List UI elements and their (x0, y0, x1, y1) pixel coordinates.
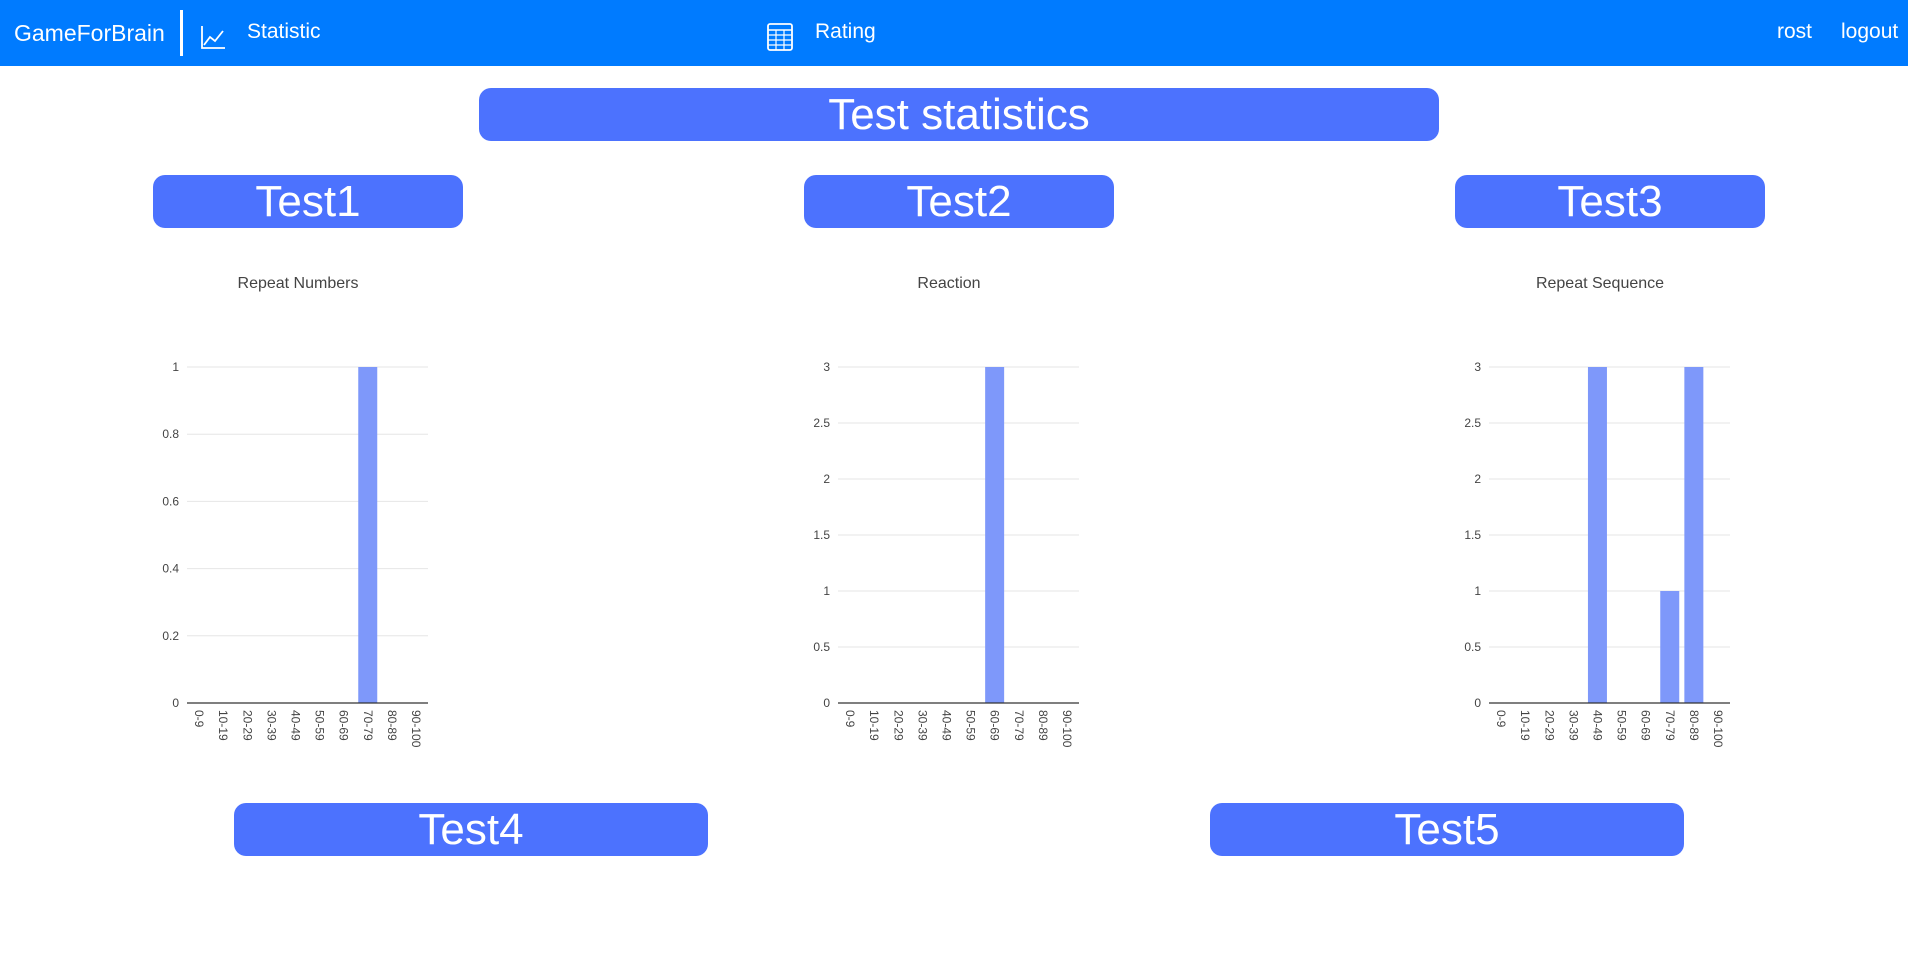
x-tick-label: 0-9 (1494, 710, 1508, 728)
reaction-chart: Reaction 0 0.5 1 1.5 2 2.5 3 0-9 10-19 20-29 30-39 4… (801, 270, 1121, 770)
x-tick-label: 30-39 (915, 710, 929, 741)
x-tick-label: 0-9 (192, 710, 206, 728)
test5-button[interactable]: Test5 (1210, 803, 1684, 856)
y-tick-label: 1.5 (1464, 528, 1481, 542)
x-tick-label: 70-79 (1663, 710, 1677, 741)
y-tick-label: 0.2 (162, 629, 179, 643)
repeat-sequence-chart: Repeat Sequence 0 0.5 1 1.5 2 2.5 3 0-9 10-19 20-2… (1452, 270, 1772, 770)
brand-divider (180, 10, 183, 56)
x-tick-label: 20-29 (240, 710, 254, 741)
repeat-numbers-chart: Repeat Numbers 0 0.2 0.4 0.6 0.8 1 0-9 10-19 20-2… (150, 270, 470, 770)
table-icon[interactable] (767, 23, 793, 51)
x-tick-label: 70-79 (361, 710, 375, 741)
x-tick-label: 10-19 (1518, 710, 1532, 741)
chart-title: Reaction (917, 275, 980, 292)
brand-logo[interactable]: GameForBrain (14, 20, 165, 47)
chart-title: Repeat Numbers (238, 275, 359, 292)
chart-bar (985, 367, 1005, 703)
test4-button[interactable]: Test4 (234, 803, 708, 856)
x-tick-label: 10-19 (867, 710, 881, 741)
x-tick-label: 60-69 (337, 710, 351, 741)
x-tick-label: 30-39 (1566, 710, 1580, 741)
y-tick-label: 0.6 (162, 494, 179, 508)
x-tick-label: 30-39 (264, 710, 278, 741)
x-tick-label: 80-89 (1687, 710, 1701, 741)
x-tick-label: 60-69 (1639, 710, 1653, 741)
test1-button[interactable]: Test1 (153, 175, 463, 228)
chart-bar (1684, 367, 1704, 703)
y-tick-label: 0.4 (162, 562, 179, 576)
x-tick-label: 50-59 (964, 710, 978, 741)
x-tick-label: 20-29 (1542, 710, 1556, 741)
chart-bar (1660, 591, 1680, 703)
x-tick-label: 50-59 (313, 710, 327, 741)
x-tick-label: 0-9 (843, 710, 857, 728)
test2-button[interactable]: Test2 (804, 175, 1114, 228)
logout-link[interactable]: logout (1841, 20, 1898, 44)
y-tick-label: 1 (823, 584, 830, 598)
x-tick-label: 60-69 (988, 710, 1002, 741)
test3-button[interactable]: Test3 (1455, 175, 1765, 228)
x-tick-label: 80-89 (385, 710, 399, 741)
y-tick-label: 2.5 (813, 416, 830, 430)
y-tick-label: 0 (1474, 696, 1481, 710)
chart-bar (1587, 367, 1607, 703)
y-tick-label: 2 (1474, 472, 1481, 486)
top-navbar: GameForBrain Statistic Rating rost logou… (0, 0, 1908, 66)
x-tick-label: 90-100 (409, 710, 423, 748)
x-tick-label: 10-19 (216, 710, 230, 741)
y-tick-label: 3 (823, 360, 830, 374)
nav-statistic[interactable]: Statistic (247, 20, 321, 44)
y-tick-label: 0.5 (1464, 640, 1481, 654)
x-tick-label: 20-29 (891, 710, 905, 741)
chart-bar (358, 367, 378, 703)
x-tick-label: 70-79 (1012, 710, 1026, 741)
y-tick-label: 1 (1474, 584, 1481, 598)
y-tick-label: 2.5 (1464, 416, 1481, 430)
chart-title: Repeat Sequence (1536, 275, 1664, 292)
page-title: Test statistics (479, 88, 1439, 141)
x-tick-label: 50-59 (1615, 710, 1629, 741)
y-tick-label: 0 (823, 696, 830, 710)
y-tick-label: 0.5 (813, 640, 830, 654)
y-tick-label: 1.5 (813, 528, 830, 542)
y-tick-label: 2 (823, 472, 830, 486)
line-chart-icon[interactable] (200, 24, 226, 50)
x-tick-label: 40-49 (1590, 710, 1604, 741)
x-tick-label: 40-49 (939, 710, 953, 741)
x-tick-label: 90-100 (1711, 710, 1725, 748)
y-tick-label: 0.8 (162, 427, 179, 441)
x-tick-label: 90-100 (1060, 710, 1074, 748)
user-name-link[interactable]: rost (1777, 20, 1812, 44)
y-tick-label: 0 (172, 696, 179, 710)
y-tick-label: 1 (172, 360, 179, 374)
nav-rating[interactable]: Rating (815, 20, 876, 44)
x-tick-label: 80-89 (1036, 710, 1050, 741)
y-tick-label: 3 (1474, 360, 1481, 374)
x-tick-label: 40-49 (288, 710, 302, 741)
